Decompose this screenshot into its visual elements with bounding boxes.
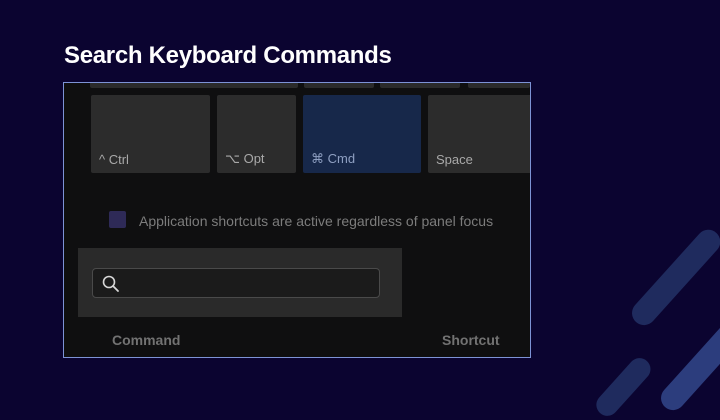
key-cmd[interactable]: ⌘ Cmd bbox=[303, 95, 421, 173]
decorative-stripe bbox=[627, 224, 720, 331]
app-shortcuts-label: Application shortcuts are active regardl… bbox=[139, 213, 494, 229]
key-opt[interactable]: ⌥ Opt bbox=[217, 95, 296, 173]
key-cmd-label: ⌘ Cmd bbox=[311, 151, 356, 166]
search-icon bbox=[102, 275, 119, 292]
key-space[interactable]: Space bbox=[428, 95, 530, 173]
key-ctrl-label: ^ Ctrl bbox=[99, 152, 129, 167]
keyboard-shortcuts-panel: ^ Ctrl ⌥ Opt ⌘ Cmd Space Application sho… bbox=[63, 82, 531, 358]
key-row-edge bbox=[64, 83, 530, 89]
column-header-shortcut[interactable]: Shortcut bbox=[442, 332, 500, 348]
search-field[interactable] bbox=[92, 268, 380, 298]
app-shortcuts-checkbox[interactable] bbox=[109, 211, 126, 228]
search-input[interactable] bbox=[127, 271, 371, 295]
search-panel bbox=[78, 248, 402, 317]
column-header-command[interactable]: Command bbox=[112, 332, 180, 348]
decorative-stripe bbox=[591, 353, 656, 420]
slide-title: Search Keyboard Commands bbox=[64, 42, 392, 69]
key-opt-label: ⌥ Opt bbox=[225, 151, 265, 166]
key-ctrl[interactable]: ^ Ctrl bbox=[91, 95, 210, 173]
key-space-label: Space bbox=[436, 152, 473, 167]
